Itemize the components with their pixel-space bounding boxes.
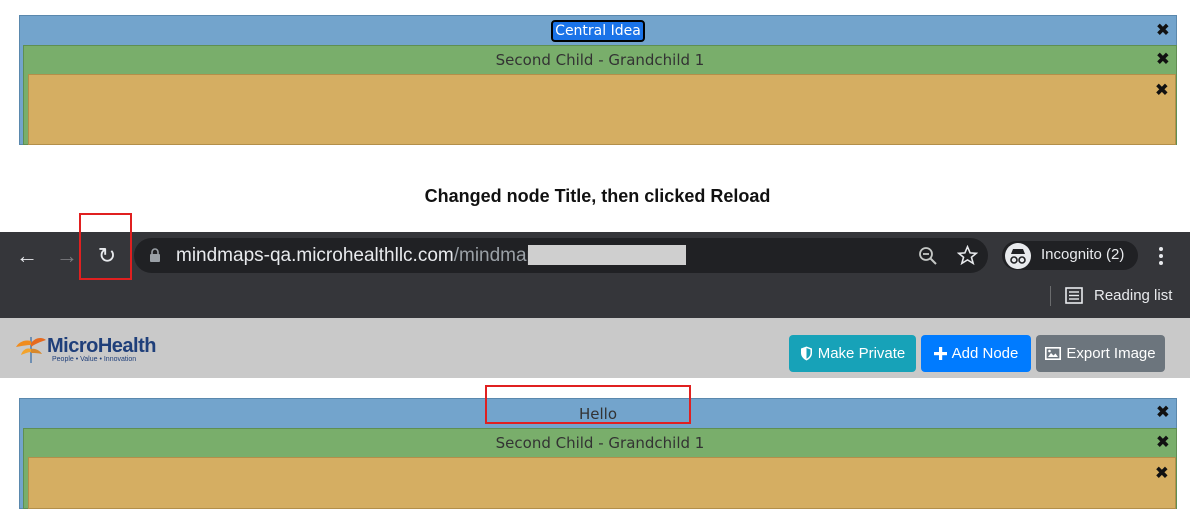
title-highlight-box <box>485 385 691 424</box>
close-icon[interactable]: ✖ <box>1156 51 1170 69</box>
make-private-button[interactable]: Make Private <box>789 335 916 372</box>
close-icon[interactable]: ✖ <box>1156 404 1170 422</box>
close-icon[interactable]: ✖ <box>1155 465 1169 483</box>
close-icon[interactable]: ✖ <box>1155 82 1169 100</box>
child-node-title: Second Child - Grandchild 1 <box>495 51 705 69</box>
child-node-title: Second Child - Grandchild 1 <box>495 434 705 452</box>
reload-highlight-box <box>79 213 132 280</box>
add-node-label: Add Node <box>951 345 1019 362</box>
export-image-label: Export Image <box>1066 345 1156 362</box>
incognito-glyph <box>1010 249 1026 264</box>
grandchild-node-before[interactable]: ✖ <box>28 74 1176 145</box>
reading-list-icon <box>1065 287 1083 304</box>
central-node-title-input[interactable]: Central Idea <box>551 20 645 42</box>
image-icon <box>1045 347 1062 360</box>
export-image-button[interactable]: Export Image <box>1036 335 1165 372</box>
bookmarks-divider <box>1050 286 1051 306</box>
microhealth-logo-icon <box>16 337 46 363</box>
zoom-out-icon[interactable] <box>918 246 938 266</box>
incognito-label: Incognito (2) <box>1041 246 1125 263</box>
redacted-block <box>528 245 686 265</box>
logo-name: MicroHealth <box>47 335 156 357</box>
lock-icon <box>150 248 160 262</box>
url-text[interactable]: mindmaps-qa.microhealthllc.com/mindmaps/ <box>176 245 552 267</box>
close-icon[interactable]: ✖ <box>1156 22 1170 40</box>
menu-icon[interactable] <box>1156 245 1166 267</box>
bookmarks-bar <box>0 280 1190 318</box>
reading-list-button[interactable]: Reading list <box>1094 287 1172 304</box>
caption: Changed node Title, then clicked Reload <box>424 186 771 206</box>
plus-icon <box>933 347 947 360</box>
make-private-label: Make Private <box>817 345 906 362</box>
url-host: mindmaps-qa.microhealthllc.com <box>176 245 454 266</box>
logo-tagline: People • Value • Innovation <box>52 356 137 363</box>
forward-icon[interactable]: → <box>55 244 79 268</box>
add-node-button[interactable]: Add Node <box>921 335 1031 372</box>
back-icon[interactable]: ← <box>15 244 39 268</box>
star-icon[interactable] <box>957 245 978 266</box>
close-icon[interactable]: ✖ <box>1156 434 1170 452</box>
grandchild-node-after[interactable]: ✖ <box>28 457 1176 509</box>
shield-icon <box>800 346 812 361</box>
